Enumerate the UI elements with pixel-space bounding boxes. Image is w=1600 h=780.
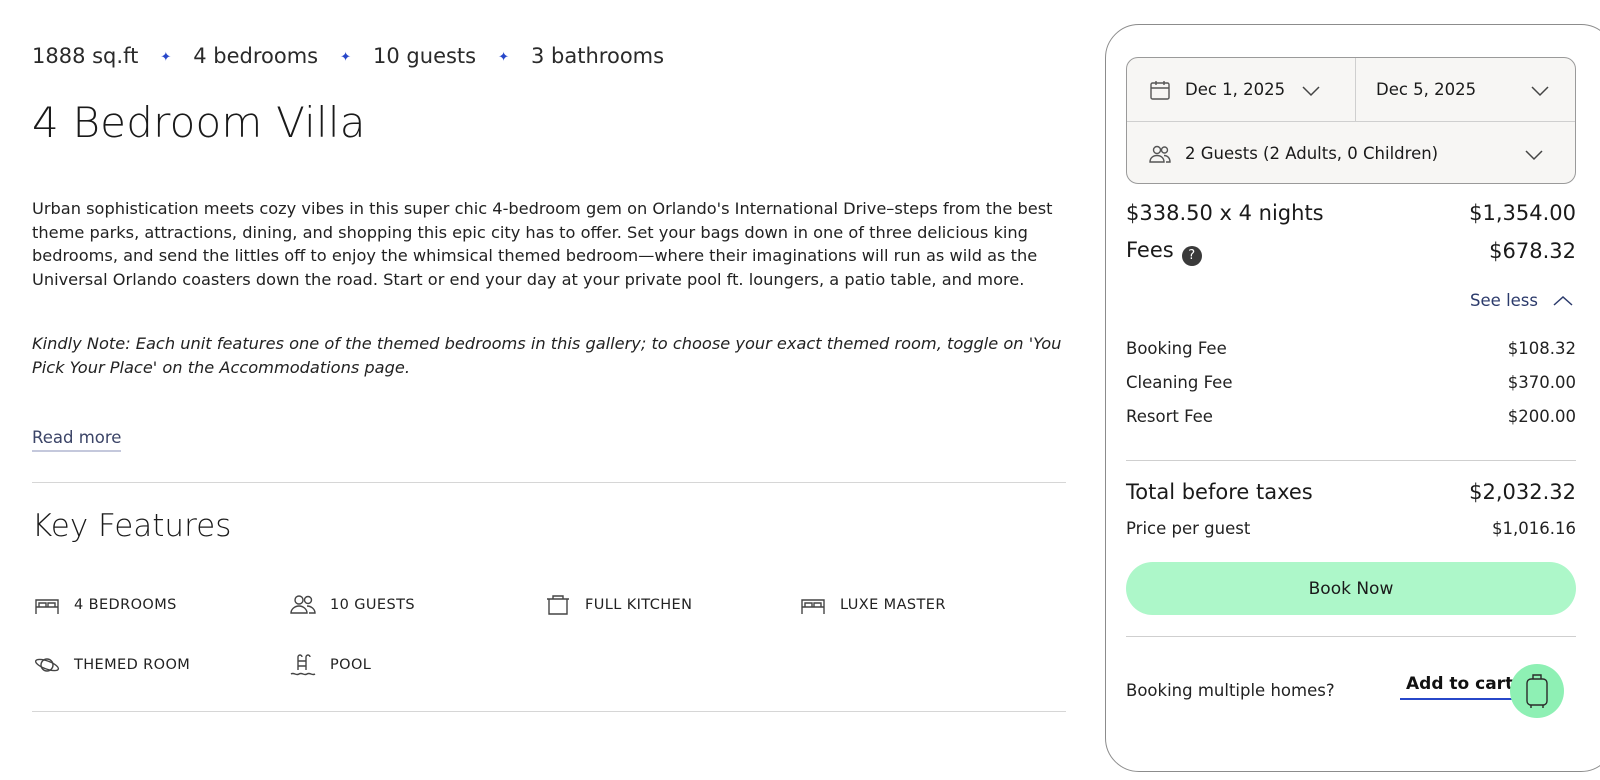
help-icon[interactable]: ? bbox=[1181, 245, 1202, 266]
feature-label: LUXE MASTER bbox=[840, 597, 946, 613]
fees-label-group: Fees? bbox=[1126, 238, 1202, 266]
book-now-button[interactable]: Book Now bbox=[1126, 562, 1576, 615]
fee-item-amount: $370.00 bbox=[1507, 373, 1576, 392]
total-amount: $2,032.32 bbox=[1469, 480, 1576, 504]
bed-icon bbox=[798, 592, 828, 618]
fees-label: Fees bbox=[1126, 238, 1174, 262]
feature-label: 10 GUESTS bbox=[330, 597, 415, 613]
stat-guests: 10 guests bbox=[373, 44, 477, 68]
stat-bedrooms: 4 bedrooms bbox=[193, 44, 319, 68]
nightly-rate-total: $1,354.00 bbox=[1469, 201, 1576, 225]
feature-item: THEMED ROOM bbox=[32, 652, 190, 678]
feature-item: POOL bbox=[288, 652, 371, 678]
card-divider bbox=[1126, 636, 1576, 637]
section-divider bbox=[32, 482, 1066, 483]
fee-item-label: Booking Fee bbox=[1126, 339, 1227, 358]
card-divider bbox=[1126, 460, 1576, 461]
pot-icon bbox=[543, 592, 573, 618]
separator-icon: ✦ bbox=[340, 49, 352, 65]
listing-description: Urban sophistication meets cozy vibes in… bbox=[32, 199, 1053, 289]
check-in-value: Dec 1, 2025 bbox=[1185, 80, 1286, 99]
feature-item: LUXE MASTER bbox=[798, 592, 946, 618]
key-features-title: Key Features bbox=[32, 508, 232, 544]
date-guest-picker: Dec 1, 2025 Dec 5, 2025 2 Guests (2 Adul… bbox=[1126, 57, 1576, 184]
feature-label: THEMED ROOM bbox=[74, 657, 191, 673]
guests-select[interactable]: 2 Guests (2 Adults, 0 Children) bbox=[1127, 121, 1575, 183]
chevron-down-icon bbox=[1524, 147, 1544, 161]
read-more-link[interactable]: Read more bbox=[32, 428, 122, 452]
nightly-rate-row: $338.50 x 4 nights $1,354.00 bbox=[1126, 201, 1576, 225]
people-icon bbox=[1149, 143, 1171, 165]
luggage-icon bbox=[1526, 674, 1548, 708]
fee-item-row: Cleaning Fee $370.00 bbox=[1126, 373, 1576, 392]
feature-label: FULL KITCHEN bbox=[585, 597, 693, 613]
listing-stats: 1888 sq.ft ✦ 4 bedrooms ✦ 10 guests ✦ 3 … bbox=[32, 44, 664, 68]
nightly-rate-label: $338.50 x 4 nights bbox=[1126, 201, 1324, 225]
calendar-icon bbox=[1149, 79, 1171, 101]
separator-icon: ✦ bbox=[160, 49, 172, 65]
bed-icon bbox=[32, 592, 62, 618]
planet-icon bbox=[32, 652, 62, 678]
guests-value: 2 Guests (2 Adults, 0 Children) bbox=[1185, 144, 1439, 163]
multiple-homes-text: Booking multiple homes? bbox=[1126, 681, 1335, 700]
page-title: 4 Bedroom Villa bbox=[32, 98, 366, 147]
feature-item: 4 BEDROOMS bbox=[32, 592, 177, 618]
chevron-down-icon bbox=[1301, 83, 1321, 97]
stat-bathrooms: 3 bathrooms bbox=[531, 44, 665, 68]
fee-item-amount: $200.00 bbox=[1507, 407, 1576, 426]
fees-total: $678.32 bbox=[1489, 238, 1576, 263]
fee-item-label: Resort Fee bbox=[1126, 407, 1213, 426]
total-label: Total before taxes bbox=[1126, 480, 1313, 504]
see-less-toggle[interactable]: See less bbox=[1470, 291, 1574, 310]
fee-item-amount: $108.32 bbox=[1507, 339, 1576, 358]
section-divider bbox=[32, 711, 1066, 712]
booking-card: Dec 1, 2025 Dec 5, 2025 2 Guests (2 Adul… bbox=[1105, 24, 1600, 772]
separator-icon: ✦ bbox=[498, 49, 510, 65]
cart-button[interactable] bbox=[1510, 664, 1564, 718]
per-guest-row: Price per guest $1,016.16 bbox=[1126, 519, 1576, 538]
chevron-down-icon bbox=[1530, 83, 1550, 97]
fee-item-label: Cleaning Fee bbox=[1126, 373, 1233, 392]
fee-item-row: Booking Fee $108.32 bbox=[1126, 339, 1576, 358]
chevron-up-icon bbox=[1553, 295, 1573, 306]
feature-label: POOL bbox=[330, 657, 372, 673]
stat-area: 1888 sq.ft bbox=[32, 44, 139, 68]
see-less-label: See less bbox=[1470, 291, 1538, 310]
per-guest-amount: $1,016.16 bbox=[1492, 519, 1576, 538]
feature-label: 4 BEDROOMS bbox=[74, 597, 177, 613]
check-in-date-select[interactable]: Dec 1, 2025 bbox=[1127, 58, 1356, 121]
feature-item: FULL KITCHEN bbox=[543, 592, 692, 618]
listing-note: Kindly Note: Each unit features one of t… bbox=[32, 334, 1062, 377]
fees-row: Fees? $678.32 bbox=[1126, 238, 1576, 266]
check-out-value: Dec 5, 2025 bbox=[1376, 80, 1477, 99]
people-icon bbox=[288, 592, 318, 618]
fee-item-row: Resort Fee $200.00 bbox=[1126, 407, 1576, 426]
add-to-cart-link[interactable]: Add to cart bbox=[1400, 674, 1520, 700]
per-guest-label: Price per guest bbox=[1126, 519, 1251, 538]
check-out-date-select[interactable]: Dec 5, 2025 bbox=[1356, 58, 1575, 121]
pool-ladder-icon bbox=[288, 652, 318, 678]
feature-item: 10 GUESTS bbox=[288, 592, 415, 618]
total-row: Total before taxes $2,032.32 bbox=[1126, 480, 1576, 504]
